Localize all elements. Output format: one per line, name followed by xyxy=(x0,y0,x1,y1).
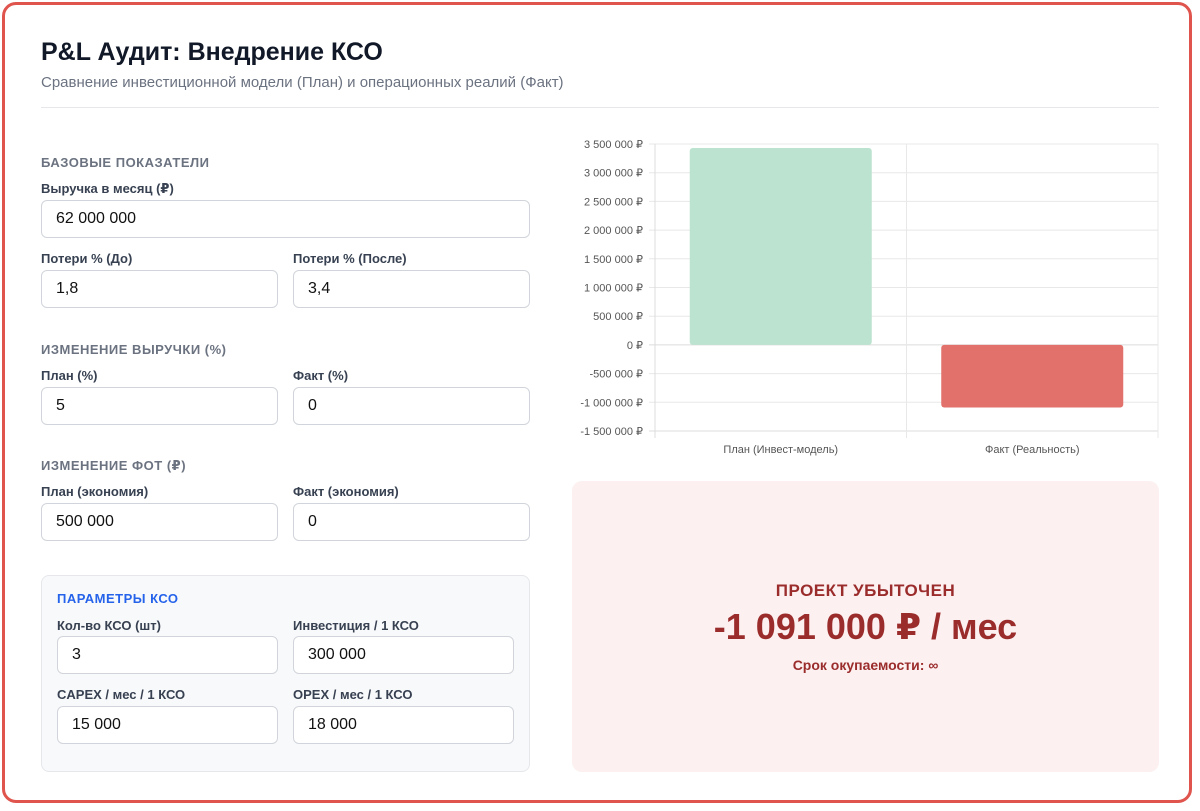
x-tick-label: План (Инвест-модель) xyxy=(723,444,838,456)
y-tick-label: 1 500 000 ₽ xyxy=(584,254,643,266)
bar-fact xyxy=(941,344,1124,408)
y-tick-label: -1 000 000 ₽ xyxy=(580,397,643,409)
y-tick-label: 1 000 000 ₽ xyxy=(584,283,643,295)
bar-plan xyxy=(689,148,872,345)
kso-opex-label: OPEX / мес / 1 КСО xyxy=(293,687,413,702)
kso-capex-label: CAPEX / мес / 1 КСО xyxy=(57,687,186,702)
y-tick-label: -1 500 000 ₽ xyxy=(580,426,643,438)
payroll-fact-label: Факт (экономия) xyxy=(293,484,399,499)
kso-invest-label: Инвестиция / 1 КСО xyxy=(293,618,419,633)
kso-heading: ПАРАМЕТРЫ КСО xyxy=(57,591,179,606)
payroll-plan-input[interactable] xyxy=(41,503,278,541)
kso-count-input[interactable] xyxy=(57,636,278,674)
x-tick-label: Факт (Реальность) xyxy=(985,444,1080,456)
y-tick-label: 2 500 000 ₽ xyxy=(584,196,643,208)
payroll-plan-label: План (экономия) xyxy=(41,484,149,499)
kso-invest-input[interactable] xyxy=(293,636,514,674)
y-tick-label: 3 500 000 ₽ xyxy=(584,139,643,151)
y-tick-label: 0 ₽ xyxy=(627,340,643,352)
pnl-bar-chart: 3 500 000 ₽ 3 000 000 ₽ 2 500 000 ₽ 2 000 0… xyxy=(580,139,1159,456)
y-tick-label: -500 000 ₽ xyxy=(590,369,643,381)
y-tick-label: 500 000 ₽ xyxy=(593,311,643,323)
result-panel: ПРОЕКТ УБЫТОЧЕН -1 091 000 ₽ / мес Срок … xyxy=(572,481,1159,772)
y-tick-label: 2 000 000 ₽ xyxy=(584,225,643,237)
y-tick-label: 3 000 000 ₽ xyxy=(584,168,643,180)
kso-count-label: Кол-во КСО (шт) xyxy=(57,618,161,633)
kso-capex-input[interactable] xyxy=(57,706,278,744)
kso-opex-input[interactable] xyxy=(293,706,514,744)
result-payback: Срок окупаемости: ∞ xyxy=(792,657,939,673)
result-value: -1 091 000 ₽ / мес xyxy=(713,606,1018,647)
result-status: ПРОЕКТ УБЫТОЧЕН xyxy=(775,581,956,600)
payroll-fact-input[interactable] xyxy=(293,503,530,541)
